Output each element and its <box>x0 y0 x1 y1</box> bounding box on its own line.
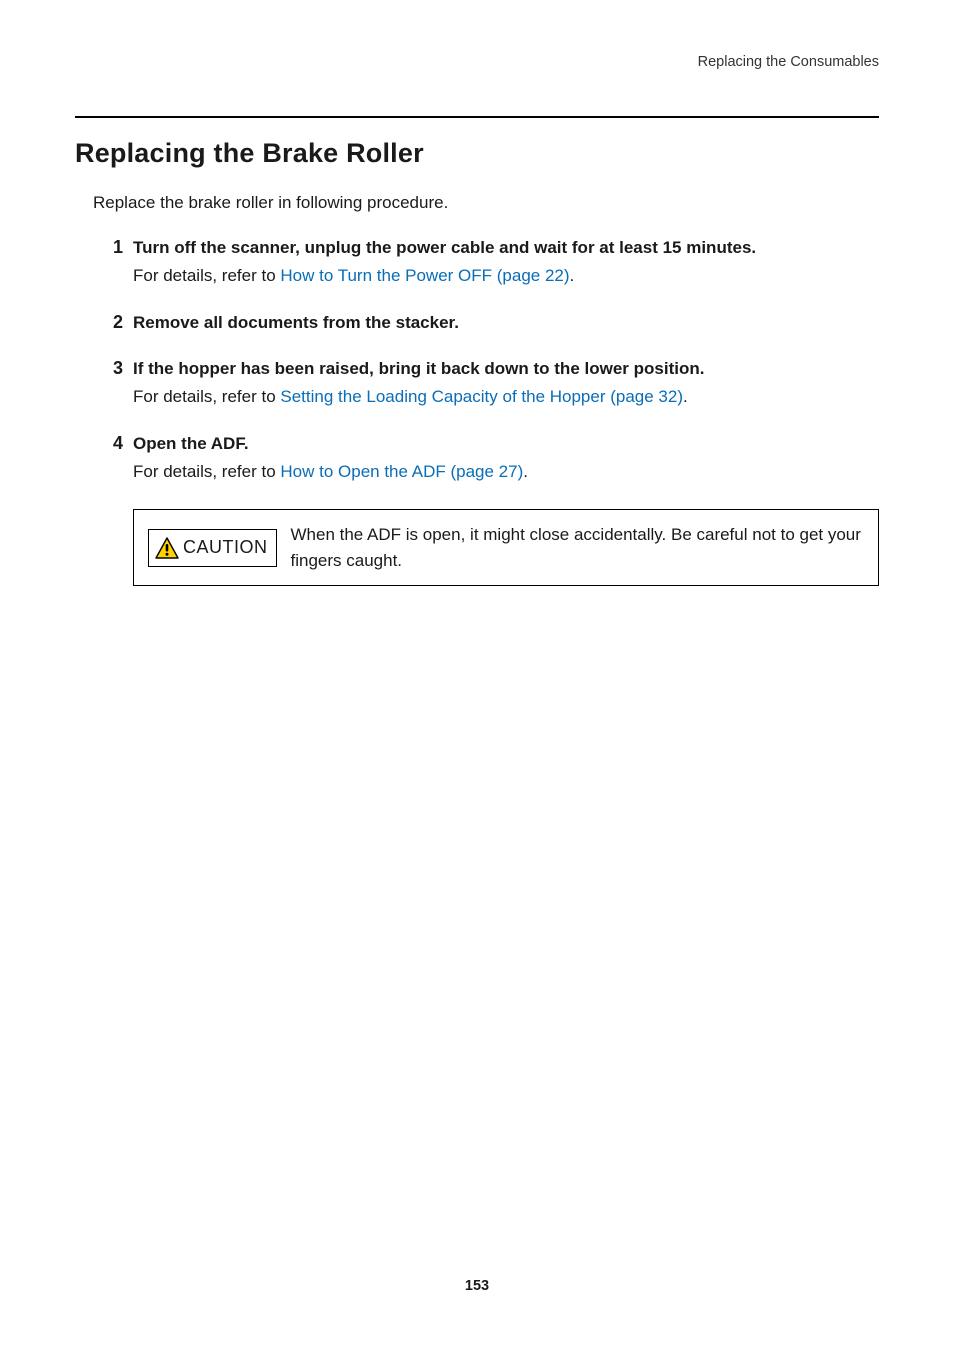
step-detail: For details, refer to How to Open the AD… <box>133 459 879 485</box>
page: Replacing the Consumables Replacing the … <box>0 0 954 1350</box>
step-1: 1 Turn off the scanner, unplug the power… <box>93 235 879 290</box>
steps-list: 1 Turn off the scanner, unplug the power… <box>93 235 879 586</box>
caution-label: CAUTION <box>148 529 277 567</box>
step-heading: Remove all documents from the stacker. <box>133 310 879 336</box>
step-number: 1 <box>93 235 123 259</box>
section-title: Replacing the Brake Roller <box>75 138 879 169</box>
detail-prefix: For details, refer to <box>133 387 280 406</box>
step-2: 2 Remove all documents from the stacker. <box>93 310 879 336</box>
step-number: 4 <box>93 431 123 455</box>
step-4: 4 Open the ADF. For details, refer to Ho… <box>93 431 879 587</box>
xref-link[interactable]: Setting the Loading Capacity of the Hopp… <box>280 387 683 406</box>
detail-suffix: . <box>523 462 528 481</box>
detail-prefix: For details, refer to <box>133 462 280 481</box>
detail-suffix: . <box>683 387 688 406</box>
caution-box: CAUTION When the ADF is open, it might c… <box>133 509 879 586</box>
step-detail: For details, refer to How to Turn the Po… <box>133 263 879 289</box>
detail-suffix: . <box>570 266 575 285</box>
step-number: 3 <box>93 356 123 380</box>
chapter-title: Replacing the Consumables <box>75 54 879 70</box>
caution-label-text: CAUTION <box>183 534 268 562</box>
detail-prefix: For details, refer to <box>133 266 280 285</box>
step-heading: Turn off the scanner, unplug the power c… <box>133 235 879 261</box>
step-heading: If the hopper has been raised, bring it … <box>133 356 879 382</box>
horizontal-rule <box>75 116 879 118</box>
caution-text: When the ADF is open, it might close acc… <box>291 522 865 573</box>
step-3: 3 If the hopper has been raised, bring i… <box>93 356 879 411</box>
intro-text: Replace the brake roller in following pr… <box>93 193 879 213</box>
xref-link[interactable]: How to Open the ADF (page 27) <box>280 462 523 481</box>
page-number: 153 <box>0 1278 954 1294</box>
step-heading: Open the ADF. <box>133 431 879 457</box>
step-detail: For details, refer to Setting the Loadin… <box>133 384 879 410</box>
warning-icon <box>155 537 179 559</box>
step-number: 2 <box>93 310 123 334</box>
xref-link[interactable]: How to Turn the Power OFF (page 22) <box>280 266 569 285</box>
